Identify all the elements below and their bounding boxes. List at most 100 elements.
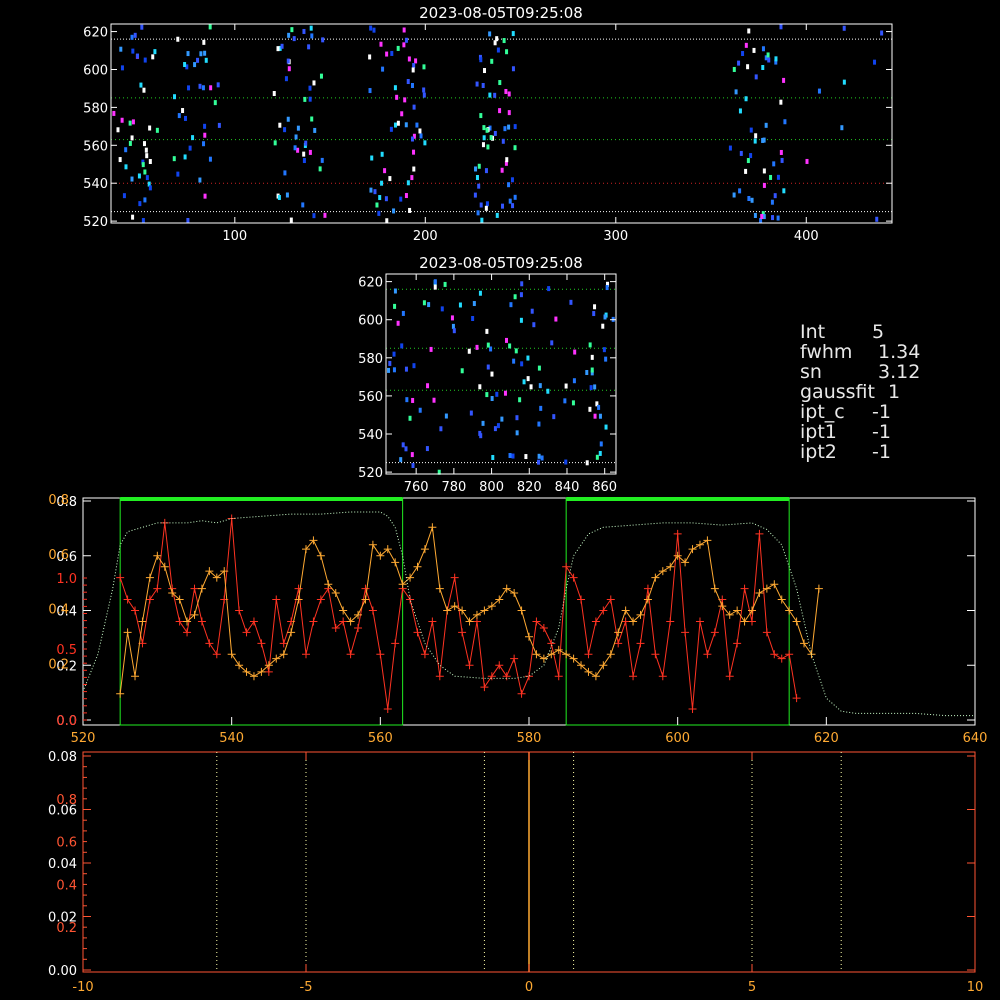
pixel-mark (130, 176, 134, 182)
pixel-mark (754, 74, 758, 80)
orange-profile-point (145, 573, 154, 582)
pixel-mark (761, 65, 765, 71)
pixel-mark (310, 33, 314, 39)
pixel-mark (406, 180, 410, 186)
pixel-mark (208, 24, 212, 30)
pixel-mark (286, 58, 290, 64)
pixel-mark (547, 286, 551, 292)
orange-profile-point (368, 540, 377, 549)
orange-profile-point (428, 523, 437, 532)
pixel-mark (753, 212, 757, 218)
pixel-mark (385, 51, 389, 57)
red-profile-point (591, 617, 600, 626)
pixel-mark (202, 141, 206, 147)
pixel-mark (498, 80, 502, 86)
pixel-mark (155, 127, 159, 133)
pixel-mark (495, 212, 499, 218)
orange-profile-point (502, 584, 511, 593)
red-profile-point (703, 650, 712, 659)
pixel-mark (764, 122, 768, 128)
pixel-mark (782, 77, 786, 83)
pixel-mark (294, 134, 298, 140)
pixel-mark (475, 175, 479, 181)
orange-profile-point (339, 606, 348, 615)
pixel-mark (564, 459, 568, 465)
pixel-mark (588, 406, 592, 412)
lower-x-tick-label: 0 (525, 980, 533, 995)
info-value: -1 (872, 441, 891, 463)
x-tick-label: 200 (413, 229, 438, 244)
pixel-mark (481, 142, 485, 148)
pixel-mark (119, 46, 123, 52)
x-tick-label: 760 (404, 480, 429, 495)
pixel-mark (177, 113, 181, 119)
red-profile-point (205, 639, 214, 648)
red-profile-point (480, 683, 489, 692)
pixel-mark (491, 454, 495, 460)
pixel-mark (122, 193, 126, 199)
pixel-mark (308, 149, 312, 155)
profile-y-tick-label-red: 0.5 (56, 643, 77, 658)
info-key: ipt2 (800, 441, 837, 463)
lower-x-tick-label: -5 (300, 980, 313, 995)
red-profile-point (636, 639, 645, 648)
pixel-mark (588, 342, 592, 348)
red-profile-point (733, 639, 742, 648)
info-key: ipt_c (800, 401, 845, 423)
pixel-mark (604, 424, 608, 430)
top-panel-title: 2023-08-05T09:25:08 (419, 4, 583, 22)
pixel-mark (477, 183, 481, 189)
pixel-mark (183, 62, 187, 68)
pixel-mark (277, 194, 281, 200)
red-profile-point (272, 595, 281, 604)
pixel-mark (412, 166, 416, 172)
y-tick-label: 560 (83, 139, 108, 154)
pixel-mark (519, 292, 523, 298)
orange-profile-point (413, 562, 422, 571)
red-profile-point (235, 606, 244, 615)
pixel-mark (532, 322, 536, 328)
orange-profile-point (755, 588, 764, 597)
pixel-mark (489, 135, 493, 141)
pixel-mark (296, 125, 300, 131)
red-profile-point (748, 617, 756, 626)
pixel-mark (202, 39, 206, 45)
x-tick-label: 300 (603, 229, 628, 244)
pixel-mark (479, 57, 483, 63)
red-profile-point (673, 529, 682, 538)
x-tick-label: 860 (592, 480, 617, 495)
info-row-ipt2: ipt2 -1 (800, 442, 920, 462)
panel-frame (385, 273, 617, 475)
pixel-mark (412, 104, 416, 110)
pixel-mark (493, 426, 497, 432)
red-profile-point (123, 595, 132, 604)
pixel-mark (488, 92, 492, 98)
pixel-mark (507, 110, 511, 116)
pixel-mark (842, 79, 846, 85)
pixel-mark (747, 28, 751, 34)
pixel-mark (604, 356, 608, 362)
pixel-mark (412, 63, 416, 69)
x-tick-label: 400 (794, 229, 819, 244)
pixel-mark (136, 53, 140, 59)
pixel-mark (285, 192, 289, 198)
pixel-mark (412, 149, 416, 155)
pixel-mark (403, 97, 407, 103)
orange-profile-point (153, 551, 162, 560)
pixel-mark (369, 25, 373, 31)
red-profile-point (428, 617, 437, 626)
red-profile-point (606, 595, 615, 604)
pixel-mark (593, 413, 597, 419)
pixel-mark (407, 56, 411, 62)
red-profile-point (510, 654, 519, 663)
pixel-mark (479, 202, 483, 208)
pixel-mark (393, 122, 397, 128)
pixel-mark (573, 349, 577, 355)
band-box (119, 497, 404, 726)
pixel-mark (601, 323, 605, 329)
pixel-mark (605, 285, 609, 291)
pixel-mark (776, 215, 780, 221)
pixel-mark (783, 119, 787, 125)
pixel-mark (133, 32, 137, 38)
pixel-mark (404, 193, 408, 199)
